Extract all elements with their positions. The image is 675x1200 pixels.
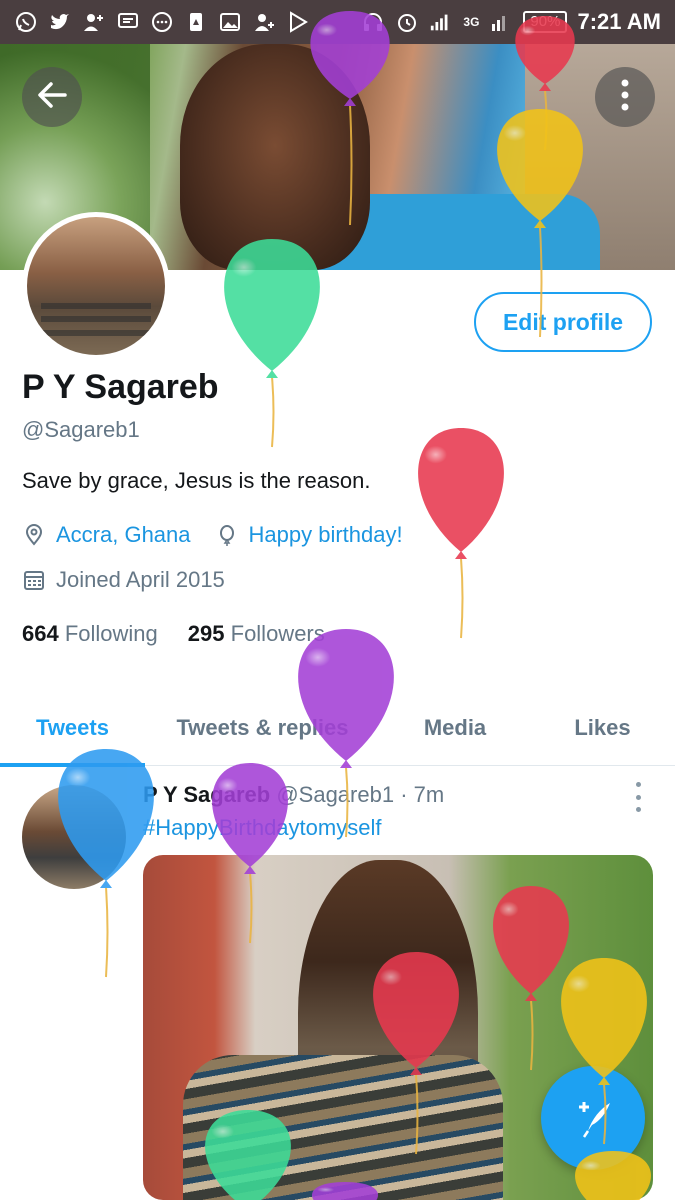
avatar-photo [27, 217, 165, 355]
add-contact-icon [82, 10, 106, 34]
balloon-string [105, 886, 109, 978]
tweet-header: P Y Sagareb @Sagareb1 · 7m [143, 782, 444, 808]
dot [635, 794, 641, 800]
dot [635, 782, 641, 787]
balloon-shine [419, 443, 467, 481]
banner-person [180, 44, 370, 270]
profile-tabs: Tweets Tweets & replies Media Likes [0, 690, 675, 767]
system-status: 3G 90% 7:21 AM [361, 9, 661, 35]
avatar-detail [40, 302, 152, 309]
following-stat[interactable]: 664 Following [22, 621, 158, 647]
play-store-icon [286, 10, 310, 34]
person-add-icon [252, 10, 276, 34]
balloon-knot [100, 880, 112, 888]
balloon-icon [215, 523, 239, 547]
profile-handle: @Sagareb1 [22, 417, 140, 442]
tweet-author-avatar[interactable] [22, 785, 126, 889]
chat-bubble-icon [150, 10, 174, 34]
tweet-more-button[interactable] [628, 782, 648, 812]
headphones-icon [361, 10, 385, 34]
calendar-icon [22, 568, 46, 592]
following-count: 664 [22, 621, 59, 646]
joined-date: Joined April 2015 [56, 567, 225, 592]
avatar-detail [40, 316, 152, 323]
arrow-left-icon [35, 78, 69, 117]
balloon-string [271, 376, 275, 448]
balloon [224, 239, 320, 448]
follow-counts: 664 Following 295 Followers [22, 621, 325, 647]
tab-media[interactable]: Media [380, 690, 530, 766]
location-link[interactable]: Accra, Ghana [56, 522, 191, 548]
tab-tweets[interactable]: Tweets [0, 690, 145, 767]
followers-label: Followers [230, 621, 325, 646]
back-button[interactable] [22, 67, 82, 127]
followers-count: 295 [187, 621, 225, 646]
profile-bio: Save by grace, Jesus is the reason. [22, 468, 371, 493]
gallery-icon [218, 10, 242, 34]
signal-icon-2 [489, 10, 513, 34]
profile-avatar[interactable] [22, 212, 170, 360]
balloon-knot [455, 551, 467, 559]
compose-tweet-icon [570, 1093, 616, 1144]
location-pin-icon [22, 523, 46, 547]
profile-meta-row: Accra, Ghana Happy birthday! [22, 522, 403, 548]
twitter-icon [48, 10, 72, 34]
more-options-button[interactable] [595, 67, 655, 127]
alarm-icon [395, 10, 419, 34]
network-type: 3G [463, 15, 480, 29]
tweet-hashtag[interactable]: #HappyBirthdaytomyself [143, 815, 381, 841]
tweet-author-handle: @Sagareb1 [276, 782, 395, 807]
balloon-knot [266, 370, 278, 378]
message-icon [116, 10, 140, 34]
followers-stat[interactable]: 295 Followers [188, 621, 325, 647]
clock: 7:21 AM [577, 9, 661, 34]
profile-name: P Y Sagareb [22, 368, 219, 406]
photo-shirt [183, 1055, 503, 1200]
whatsapp-icon [14, 10, 38, 34]
balloon-string [460, 557, 464, 639]
more-vertical-icon [620, 78, 630, 117]
tweet-separator: · [400, 782, 408, 807]
tweet-time: 7m [413, 782, 445, 807]
dot [635, 807, 641, 812]
status-bar: 3G 90% 7:21 AM [0, 0, 675, 44]
battery-level: 90% [523, 11, 568, 33]
tab-tweets-replies[interactable]: Tweets & replies [145, 690, 380, 766]
birthday-link[interactable]: Happy birthday! [249, 522, 403, 548]
avatar-detail [40, 330, 152, 337]
following-label: Following [64, 621, 158, 646]
balloon-shine [299, 645, 352, 686]
drive-icon [184, 10, 208, 34]
edit-profile-button[interactable]: Edit profile [474, 292, 652, 352]
tab-likes[interactable]: Likes [530, 690, 675, 766]
tweet-author-name[interactable]: P Y Sagareb [143, 782, 270, 807]
compose-tweet-button[interactable] [541, 1066, 645, 1170]
notification-icons [14, 10, 310, 34]
balloon [418, 428, 504, 639]
balloon-body [418, 428, 504, 552]
signal-icon [429, 10, 453, 34]
joined-row: Joined April 2015 [22, 567, 225, 593]
